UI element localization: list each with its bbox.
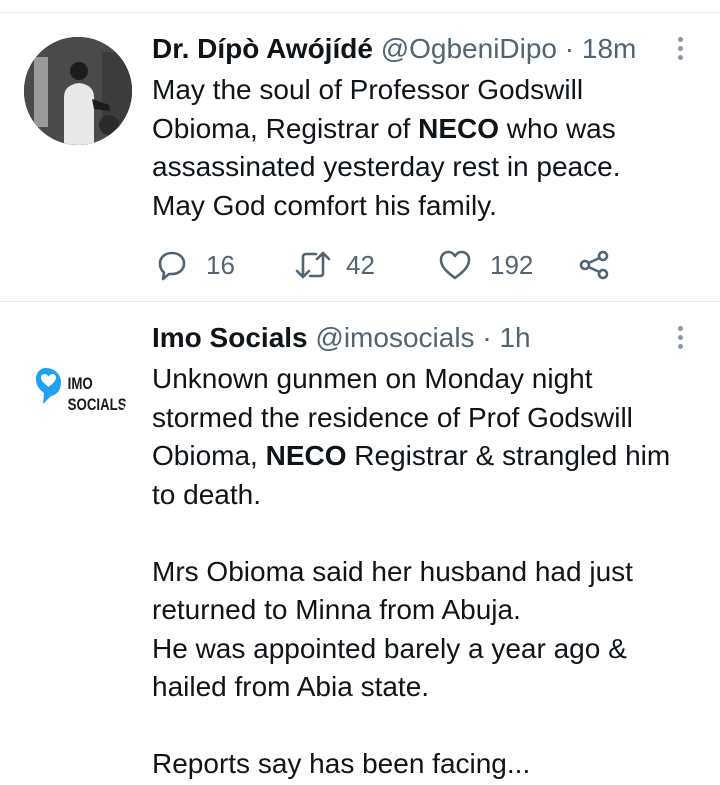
logo-text-bottom: SOCIALS <box>68 396 127 415</box>
tweet-actions: 16 42 192 <box>152 245 652 285</box>
tweet-line: Mrs Obioma said her husband had just <box>152 555 633 587</box>
author-handle[interactable]: @imosocials <box>315 322 474 353</box>
tweet-line: Unknown gunmen on Monday night <box>152 363 593 394</box>
tweet-line: He was appointed barely a year ago & <box>152 632 627 664</box>
author-name[interactable]: Imo Socials <box>152 322 308 353</box>
tweet-line: stormed the residence of Prof Godswill <box>152 401 633 433</box>
author-handle[interactable]: @OgbeniDipo <box>381 33 557 64</box>
separator: · <box>482 322 492 353</box>
tweet-line: assassinated yesterday rest in peace. <box>152 151 621 182</box>
like-count: 192 <box>490 249 534 280</box>
share-button[interactable] <box>578 245 610 285</box>
retweet-icon <box>295 251 331 279</box>
like-button[interactable]: 192 <box>438 245 533 285</box>
retweet-count: 42 <box>346 249 375 280</box>
reply-count: 16 <box>206 249 235 280</box>
tweet-line: Obioma, NECO Registrar & strangled him <box>152 440 671 471</box>
hashtag-bold: NECO <box>265 440 347 471</box>
tweet-line: May the soul of Professor Godswill <box>152 74 584 105</box>
avatar[interactable] <box>24 37 132 145</box>
avatar[interactable]: IMO SOCIALS <box>24 326 132 434</box>
more-options-icon[interactable] <box>678 326 686 349</box>
tweet-header: Imo Socials @imosocials · 1h <box>152 320 531 356</box>
reply-icon <box>158 251 186 281</box>
tweet-text: May the soul of Professor Godswill Obiom… <box>152 71 700 225</box>
tweet-line: hailed from Abia state. <box>152 671 430 702</box>
tweet-header: Dr. Dípò Awójídé @OgbeniDipo · 18m <box>152 31 636 67</box>
tweet-text: Unknown gunmen on Monday night stormed t… <box>152 360 700 784</box>
reply-button[interactable]: 16 <box>156 245 235 285</box>
tweet-line: Reports say has been facing... <box>152 748 531 779</box>
tweet-line: returned to Minna from Abuja. <box>152 594 521 625</box>
timestamp[interactable]: 1h <box>499 322 530 353</box>
retweet-button[interactable]: 42 <box>294 245 375 285</box>
heart-icon <box>439 250 471 280</box>
timestamp[interactable]: 18m <box>582 33 636 64</box>
logo-text-top: IMO <box>68 375 93 394</box>
tweet-line: May God comfort his family. <box>152 189 497 221</box>
author-name[interactable]: Dr. Dípò Awójídé <box>152 33 373 64</box>
tweet-line: Obioma, Registrar of NECO who was <box>152 112 616 144</box>
tweet-line: to death. <box>152 478 261 510</box>
separator: · <box>564 33 575 64</box>
share-icon <box>579 250 609 280</box>
hashtag-bold: NECO <box>418 112 500 144</box>
more-options-icon[interactable] <box>678 37 686 60</box>
tweet-card[interactable]: IMO SOCIALS Imo Socials @imosocials · 1h… <box>0 302 720 785</box>
tweet-card[interactable]: Dr. Dípò Awójídé @OgbeniDipo · 18m May t… <box>0 13 720 301</box>
